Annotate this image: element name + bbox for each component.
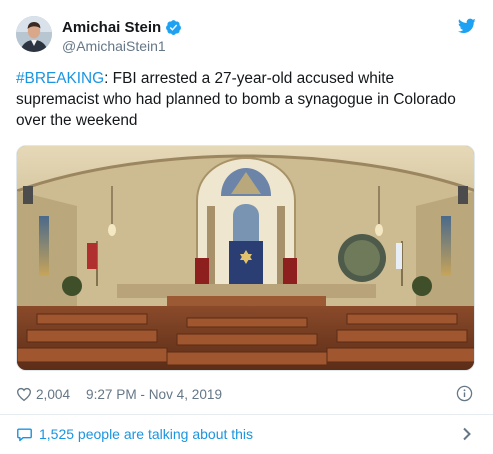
synagogue-interior-image xyxy=(17,146,474,370)
display-name-row: Amichai Stein xyxy=(62,17,182,37)
display-name[interactable]: Amichai Stein xyxy=(62,19,161,36)
tweet-text: #BREAKING: FBI arrested a 27-year-old ac… xyxy=(16,68,478,131)
heart-icon[interactable] xyxy=(16,386,32,402)
avatar-image xyxy=(16,16,52,52)
like-count[interactable]: 2,004 xyxy=(36,387,70,402)
author-names: Amichai Stein @AmichaiStein1 xyxy=(62,17,182,54)
hashtag-link[interactable]: #BREAKING xyxy=(16,70,104,87)
divider xyxy=(0,414,493,415)
twitter-bird-icon[interactable] xyxy=(457,18,476,34)
timestamp[interactable]: 9:27 PM - Nov 4, 2019 xyxy=(86,387,222,402)
speech-bubble-icon xyxy=(16,426,33,443)
conversation-label: 1,525 people are talking about this xyxy=(39,426,254,442)
tweet-meta: 2,004 9:27 PM - Nov 4, 2019 xyxy=(16,384,476,404)
verified-badge-icon xyxy=(165,19,182,36)
tweet-card: Amichai Stein @AmichaiStein1 #BREAKING: … xyxy=(0,0,493,454)
avatar[interactable] xyxy=(16,16,52,52)
conversation-link[interactable]: 1,525 people are talking about this xyxy=(16,424,476,444)
chevron-right-icon xyxy=(462,427,472,441)
handle[interactable]: @AmichaiStein1 xyxy=(62,38,182,54)
info-icon[interactable] xyxy=(456,385,473,402)
tweet-photo[interactable] xyxy=(16,145,475,371)
